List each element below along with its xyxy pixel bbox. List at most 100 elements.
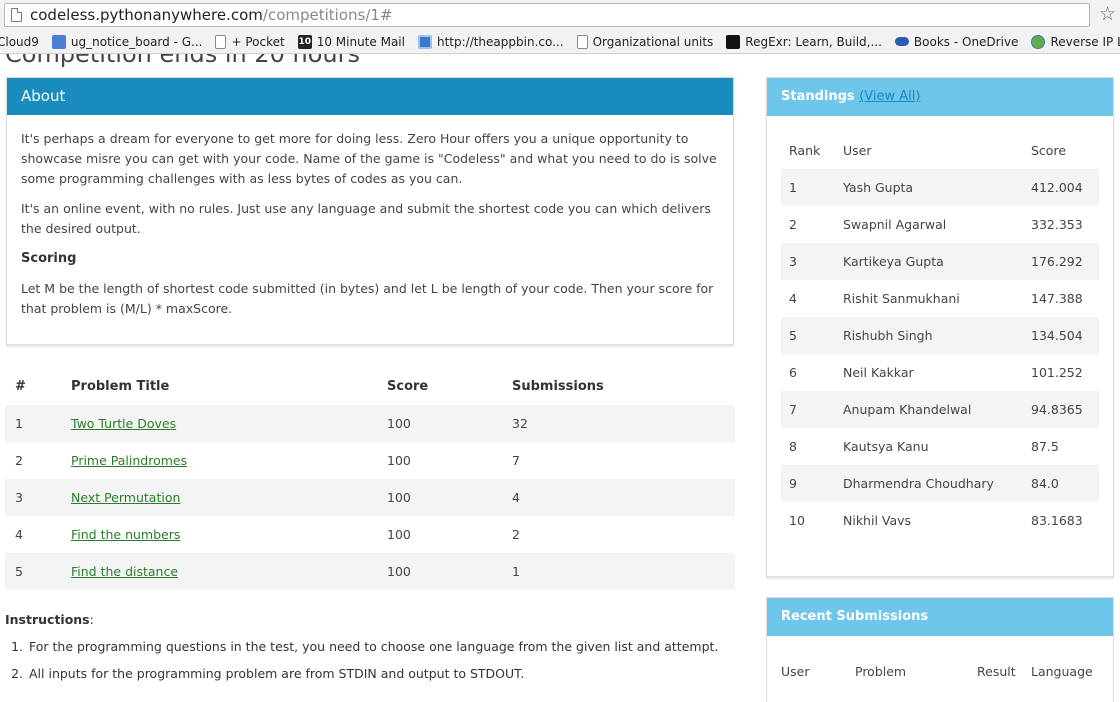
problem-submissions: 1 [502, 553, 735, 590]
score-cell: 176.292 [1023, 243, 1099, 280]
view-all-link[interactable]: (View All) [859, 89, 920, 104]
about-title: About [7, 78, 733, 115]
problem-link[interactable]: Find the distance [71, 564, 178, 579]
score-cell: 332.353 [1031, 217, 1083, 232]
standings-table: Rank User Score 1 Yash Gupta 412.004 2 Swap… [781, 132, 1099, 539]
rank-cell: 5 [781, 317, 835, 354]
score-cell: 83.1683 [1031, 513, 1083, 528]
score-cell: 87.5 [1031, 439, 1059, 454]
bookmark-label: Organizational units [592, 34, 714, 49]
table-row: 7 Anupam Khandelwal 94.8365 [781, 391, 1099, 428]
about-panel: About It's perhaps a dream for everyone … [6, 77, 734, 345]
bookmark-reverse-ip[interactable]: Reverse IP Lookup - ... [1031, 34, 1120, 49]
rank-cell: 8 [789, 439, 797, 454]
user-cell: Kautsya Kanu [843, 439, 929, 454]
column-header-result: Result [977, 664, 1016, 679]
bookmark-organizational-units[interactable]: Organizational units [576, 34, 714, 49]
rank-cell: 10 [789, 513, 805, 528]
user-cell: Kartikeya Gupta [835, 243, 1023, 280]
problem-number: 4 [15, 527, 23, 542]
standings-header-row: Rank User Score [781, 132, 1099, 169]
problem-link[interactable]: Two Turtle Doves [71, 416, 176, 431]
user-cell: Anupam Khandelwal [835, 391, 1023, 428]
user-cell: Yash Gupta [835, 169, 1023, 206]
column-header-user: User [843, 143, 872, 158]
problems-table: # Problem Title Score Submissions 1 Two … [5, 368, 735, 590]
table-row: 1 Yash Gupta 412.004 [781, 169, 1099, 206]
standings-title: Standings [781, 89, 855, 104]
blue-doc-icon [51, 34, 66, 49]
bookmark-star-icon[interactable]: ☆ [1099, 3, 1116, 25]
url-host: codeless.pythonanywhere.com [30, 6, 263, 24]
bookmark-cloud9[interactable]: Cloud9 [0, 35, 39, 49]
scoring-paragraph: Let M be the length of shortest code sub… [21, 281, 714, 316]
problem-link[interactable]: Find the numbers [71, 527, 180, 542]
url-path: /competitions/1# [262, 6, 393, 24]
table-row: 8 Kautsya Kanu 87.5 [781, 428, 1099, 465]
bookmarks-bar: Cloud9 ug_notice_board - G... + Pocket 1… [0, 30, 1120, 54]
column-header-score: Score [387, 379, 429, 394]
recent-submissions-title: Recent Submissions [767, 598, 1113, 636]
problem-submissions: 32 [502, 405, 735, 442]
table-row: 1 Two Turtle Doves 100 32 [5, 405, 735, 442]
problem-score: 100 [377, 479, 502, 516]
bookmark-ug-notice-board[interactable]: ug_notice_board - G... [51, 34, 203, 49]
url-field[interactable]: codeless.pythonanywhere.com/competitions… [4, 3, 1090, 27]
bookmark-10-minute-mail[interactable]: 10 10 Minute Mail [297, 34, 405, 49]
rank-cell: 1 [781, 169, 835, 206]
problem-score: 100 [387, 453, 411, 468]
page-icon [215, 34, 227, 49]
rank-cell: 6 [789, 365, 797, 380]
table-row: 4 Rishit Sanmukhani 147.388 [781, 280, 1099, 317]
score-cell: 94.8365 [1023, 391, 1099, 428]
page-icon [11, 8, 22, 22]
standings-panel: Standings (View All) Rank User Score 1 Ya… [766, 77, 1114, 577]
table-row: 6 Neil Kakkar 101.252 [781, 354, 1099, 391]
rank-cell: 4 [789, 291, 797, 306]
bookmark-theappbin[interactable]: http://theappbin.co... [417, 34, 564, 49]
about-paragraph: It's perhaps a dream for everyone to get… [21, 131, 717, 186]
bookmark-label: + Pocket [231, 34, 285, 49]
user-cell: Nikhil Vavs [843, 513, 912, 528]
problem-number: 5 [5, 553, 61, 590]
bookmark-onedrive[interactable]: Books - OneDrive [894, 35, 1018, 49]
column-header-user: User [781, 664, 810, 679]
instructions-heading: Instructions: [5, 612, 94, 627]
column-header-rank: Rank [789, 143, 821, 158]
recent-submissions-header-row: User Problem Result Language [767, 664, 1113, 679]
problem-number: 3 [5, 479, 61, 516]
about-paragraph: It's an online event, with no rules. Jus… [21, 201, 711, 236]
table-row: 5 Find the distance 100 1 [5, 553, 735, 590]
column-header-problem: Problem [855, 664, 907, 679]
rank-cell: 9 [781, 465, 835, 502]
page-icon [576, 34, 588, 49]
problem-submissions: 2 [512, 527, 520, 542]
column-header-score: Score [1031, 143, 1067, 158]
list-item: For the programming questions in the tes… [27, 639, 735, 654]
bookmark-pocket[interactable]: + Pocket [215, 34, 285, 49]
column-header-submissions: Submissions [512, 379, 604, 394]
table-row: 2 Prime Palindromes 100 7 [5, 442, 735, 479]
table-row: 3 Kartikeya Gupta 176.292 [781, 243, 1099, 280]
score-cell: 412.004 [1023, 169, 1099, 206]
score-cell: 84.0 [1023, 465, 1099, 502]
problem-submissions: 7 [512, 453, 520, 468]
problems-header-row: # Problem Title Score Submissions [5, 368, 735, 405]
bookmark-label: 10 Minute Mail [316, 34, 405, 49]
score-cell: 134.504 [1023, 317, 1099, 354]
user-cell: Rishubh Singh [835, 317, 1023, 354]
score-cell: 101.252 [1031, 365, 1083, 380]
bookmark-regexr[interactable]: RegExr: Learn, Build,... [726, 34, 882, 49]
bookmark-label: Cloud9 [0, 34, 39, 49]
standings-header: Standings (View All) [767, 78, 1113, 116]
user-cell: Dharmendra Choudhary [835, 465, 1023, 502]
instructions-section: Instructions: For the programming questi… [5, 612, 735, 693]
problem-link[interactable]: Next Permutation [71, 490, 180, 505]
table-row: 9 Dharmendra Choudhary 84.0 [781, 465, 1099, 502]
problem-link[interactable]: Prime Palindromes [71, 453, 187, 468]
table-row: 4 Find the numbers 100 2 [5, 516, 735, 553]
bookmark-label: RegExr: Learn, Build,... [745, 34, 882, 49]
bookmark-label: ug_notice_board - G... [70, 34, 203, 49]
ten-minute-mail-icon: 10 [297, 34, 312, 49]
column-header-title: Problem Title [71, 379, 170, 394]
